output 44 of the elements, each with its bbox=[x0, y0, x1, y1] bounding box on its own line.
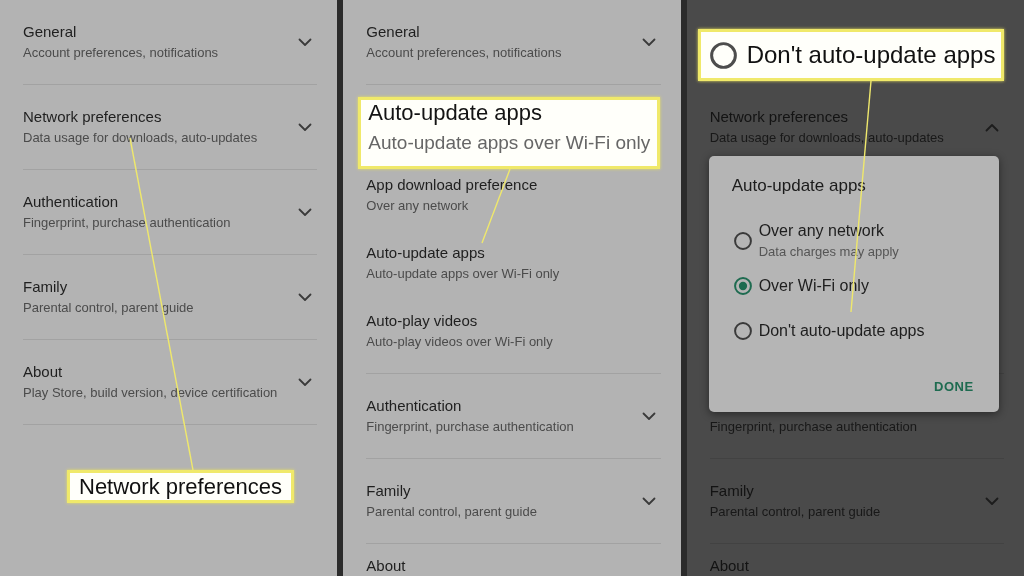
radio-button[interactable] bbox=[733, 322, 752, 340]
setting-title[interactable]: About bbox=[366, 556, 406, 576]
option-label[interactable]: Over Wi-Fi only bbox=[758, 277, 869, 295]
callout-label: Don't auto-update apps bbox=[746, 40, 996, 70]
setting-title[interactable]: Auto-update apps bbox=[366, 243, 661, 263]
chevron-down-icon[interactable] bbox=[298, 122, 313, 132]
chevron-down-icon[interactable] bbox=[298, 37, 313, 47]
setting-description: Play Store, build version, device certification bbox=[23, 384, 278, 402]
chevron-down-icon[interactable] bbox=[298, 207, 313, 217]
option-note: Data charges may apply bbox=[758, 244, 899, 260]
setting-description: Data usage for downloads, auto-updates bbox=[23, 129, 258, 147]
setting-title[interactable]: App download preference bbox=[366, 175, 661, 195]
callout-description: Auto-update apps over Wi-Fi only bbox=[368, 131, 651, 155]
setting-description: Fingerprint, purchase authentication bbox=[366, 418, 574, 436]
chevron-down-icon[interactable] bbox=[641, 411, 656, 421]
setting-description: Over any network bbox=[366, 197, 470, 215]
option-label[interactable]: Don't auto-update apps bbox=[758, 322, 925, 340]
setting-title[interactable]: Network preferences bbox=[23, 107, 258, 127]
setting-title[interactable]: Authentication bbox=[23, 192, 231, 212]
setting-title[interactable]: Authentication bbox=[366, 396, 574, 416]
setting-title[interactable]: General bbox=[366, 22, 562, 42]
callout-title: Auto-update apps bbox=[368, 100, 544, 126]
option-label[interactable]: Over any network bbox=[758, 222, 899, 240]
setting-description: Parental control, parent guide bbox=[23, 299, 194, 317]
setting-title[interactable]: About bbox=[23, 362, 278, 382]
setting-title[interactable]: Family bbox=[23, 277, 194, 297]
dialog-title: Auto-update apps bbox=[731, 175, 867, 197]
setting-title[interactable]: Family bbox=[366, 481, 537, 501]
setting-description: Parental control, parent guide bbox=[366, 503, 537, 521]
chevron-down-icon[interactable] bbox=[641, 37, 656, 47]
setting-description: Auto-play videos over Wi-Fi only bbox=[366, 333, 554, 351]
setting-title[interactable]: General bbox=[23, 22, 219, 42]
setting-description: Account preferences, notifications bbox=[366, 44, 562, 62]
setting-description: Account preferences, notifications bbox=[23, 44, 219, 62]
chevron-down-icon[interactable] bbox=[641, 496, 656, 506]
chevron-down-icon[interactable] bbox=[298, 292, 313, 302]
chevron-down-icon[interactable] bbox=[298, 377, 313, 387]
setting-description: Auto-update apps over Wi-Fi only bbox=[366, 265, 561, 283]
setting-title: Family bbox=[709, 481, 755, 501]
radio-button[interactable] bbox=[733, 232, 752, 250]
setting-description: Fingerprint, purchase authentication bbox=[23, 214, 231, 232]
setting-title[interactable]: Auto-play videos bbox=[366, 311, 661, 331]
radio-button[interactable] bbox=[733, 277, 752, 295]
callout-label: Network preferences bbox=[67, 470, 294, 503]
